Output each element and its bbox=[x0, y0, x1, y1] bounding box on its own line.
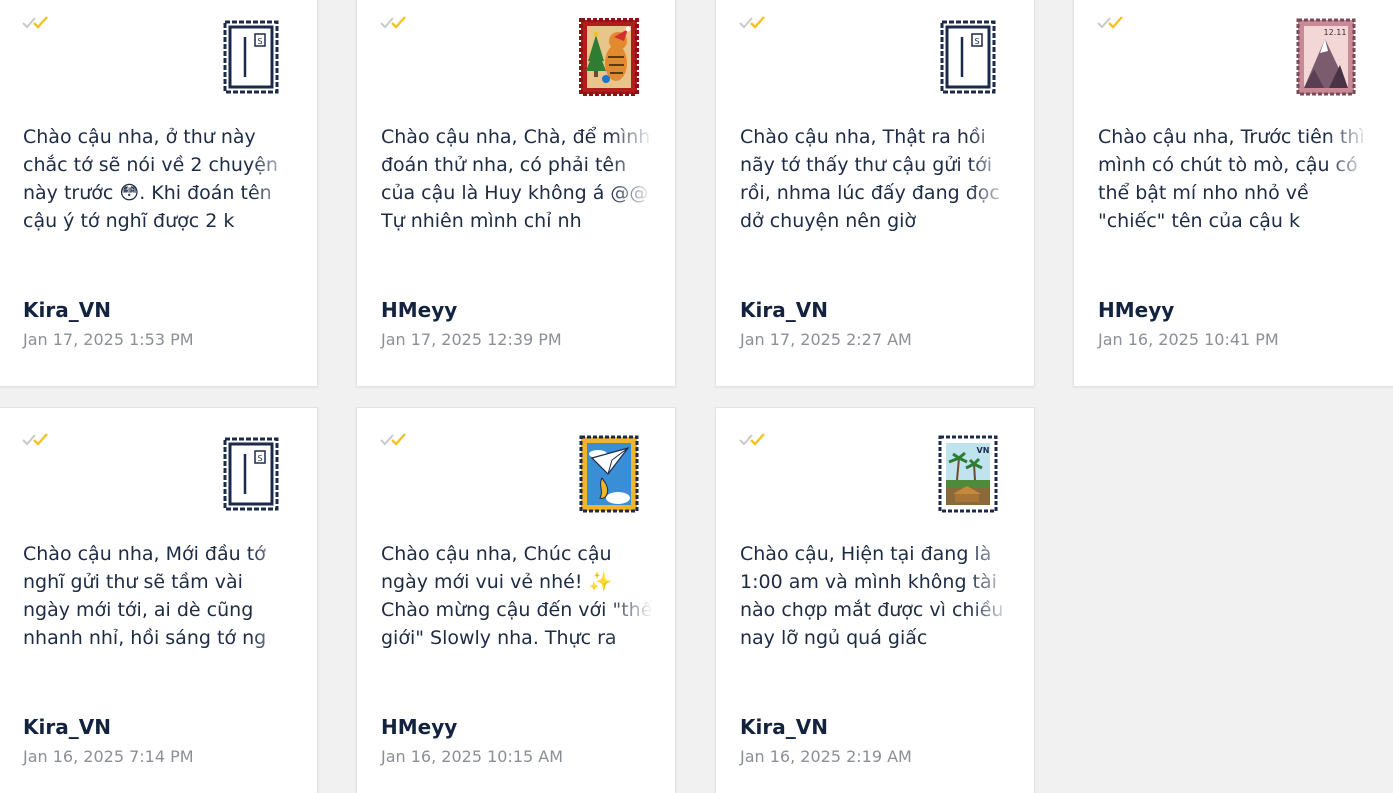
letter-date: Jan 16, 2025 10:15 AM bbox=[381, 747, 564, 766]
letter-card[interactable]: Chào cậu nha, Chà, để mình đoán thử nha,… bbox=[356, 0, 676, 387]
sender-name: Kira_VN bbox=[23, 715, 111, 739]
default-stamp-icon: S bbox=[940, 20, 996, 94]
sender-name: HMeyy bbox=[381, 298, 458, 322]
letter-date: Jan 16, 2025 2:19 AM bbox=[740, 747, 912, 766]
sender-name: Kira_VN bbox=[23, 298, 111, 322]
letter-date: Jan 17, 2025 12:39 PM bbox=[381, 330, 562, 349]
sender-name: Kira_VN bbox=[740, 298, 828, 322]
letters-grid: S Chào cậu nha, ở thư này chắc tớ sẽ nói… bbox=[0, 0, 1393, 793]
letter-date: Jan 17, 2025 2:27 AM bbox=[740, 330, 912, 349]
paper-plane-stamp-icon bbox=[579, 435, 639, 513]
read-checkmark-icon bbox=[380, 433, 406, 446]
default-stamp-icon: S bbox=[223, 20, 279, 94]
sender-name: HMeyy bbox=[381, 715, 458, 739]
letter-card[interactable]: S Chào cậu nha, ở thư này chắc tớ sẽ nói… bbox=[0, 0, 318, 387]
letter-card[interactable]: S Chào cậu nha, Mới đầu tớ nghĩ gửi thư … bbox=[0, 407, 318, 793]
letter-card[interactable]: Chào cậu nha, Chúc cậu ngày mới vui vẻ n… bbox=[356, 407, 676, 793]
read-checkmark-icon bbox=[739, 16, 765, 29]
christmas-tiger-stamp-icon bbox=[579, 18, 639, 96]
letter-preview: Chào cậu nha, Thật ra hồi nãy tớ thấy th… bbox=[740, 126, 1000, 232]
letter-preview: Chào cậu nha, Trước tiên thì mình có chú… bbox=[1098, 126, 1365, 232]
svg-text:S: S bbox=[974, 37, 979, 46]
read-checkmark-icon bbox=[22, 16, 48, 29]
mountain-stamp-icon: 12.11 bbox=[1296, 18, 1356, 96]
read-checkmark-icon bbox=[22, 433, 48, 446]
letter-preview: Chào cậu nha, Chà, để mình đoán thử nha,… bbox=[381, 126, 651, 232]
letter-card[interactable]: 12.11 Chào cậu nha, Trước tiên thì mình … bbox=[1073, 0, 1393, 387]
sender-name: Kira_VN bbox=[740, 715, 828, 739]
default-stamp-icon: S bbox=[223, 437, 279, 511]
letter-preview: Chào cậu nha, ở thư này chắc tớ sẽ nói v… bbox=[23, 126, 278, 232]
svg-text:VN: VN bbox=[977, 446, 990, 455]
letter-date: Jan 17, 2025 1:53 PM bbox=[23, 330, 194, 349]
svg-text:S: S bbox=[257, 37, 262, 46]
letter-preview: Chào cậu nha, Mới đầu tớ nghĩ gửi thư sẽ… bbox=[23, 543, 267, 649]
read-checkmark-icon bbox=[380, 16, 406, 29]
letter-preview: Chào cậu nha, Chúc cậu ngày mới vui vẻ n… bbox=[381, 543, 653, 649]
vietnam-village-stamp-icon: VN bbox=[938, 435, 998, 513]
letter-preview: Chào cậu, Hiện tại đang là 1:00 am và mì… bbox=[740, 543, 1004, 649]
svg-text:12.11: 12.11 bbox=[1324, 28, 1347, 37]
read-checkmark-icon bbox=[739, 433, 765, 446]
letter-date: Jan 16, 2025 7:14 PM bbox=[23, 747, 194, 766]
letter-card[interactable]: VN Chào cậu, Hiện tại đang là 1:00 am và… bbox=[715, 407, 1035, 793]
letter-date: Jan 16, 2025 10:41 PM bbox=[1098, 330, 1279, 349]
sender-name: HMeyy bbox=[1098, 298, 1175, 322]
letter-card[interactable]: S Chào cậu nha, Thật ra hồi nãy tớ thấy … bbox=[715, 0, 1035, 387]
read-checkmark-icon bbox=[1097, 16, 1123, 29]
svg-text:S: S bbox=[257, 454, 262, 463]
